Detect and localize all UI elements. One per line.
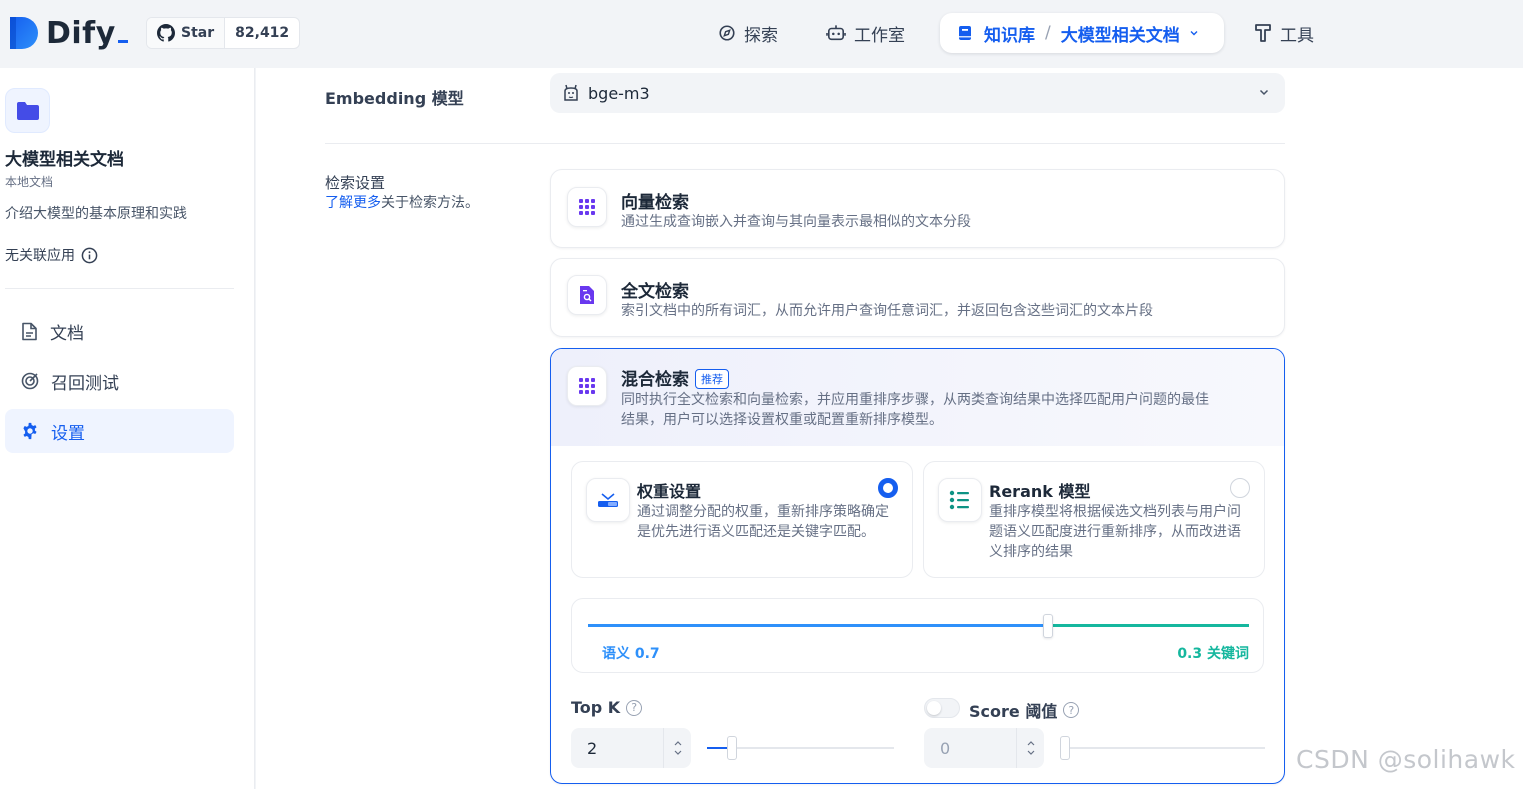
sidebar-item-settings[interactable]: 设置: [5, 409, 234, 453]
app-name: Dify: [46, 16, 128, 51]
weight-settings-desc: 通过调整分配的权重，重新排序策略确定是优先进行语义匹配还是关键字匹配。: [637, 504, 889, 540]
nav-tools[interactable]: 工具: [1254, 13, 1314, 53]
dify-logo[interactable]: Dify: [8, 15, 128, 51]
hybrid-search-title: 混合检索 推荐: [621, 365, 729, 390]
hybrid-search-desc: 同时执行全文检索和向量检索，并应用重排序步骤，从两类查询结果中选择匹配用户问题的…: [621, 392, 1209, 428]
score-threshold-slider[interactable]: [1060, 736, 1265, 760]
compass-icon: [719, 25, 735, 41]
chevron-down-icon[interactable]: [1188, 27, 1200, 39]
dify-logo-icon: [8, 15, 40, 51]
sidebar-divider: [5, 288, 234, 289]
vector-search-desc: 通过生成查询嵌入并查询与其向量表示最相似的文本分段: [621, 214, 971, 230]
dataset-type: 本地文档: [5, 175, 54, 189]
top-header: Dify Star 82,412 探索 工作室 知识库 / 大模型相关文档 工具: [0, 0, 1523, 68]
embedding-model-value: bge-m3: [588, 83, 650, 103]
retrieval-help: 了解更多关于检索方法。: [325, 195, 479, 211]
hammer-icon: [1255, 24, 1271, 42]
semantic-weight-label: 语义 0.7: [602, 646, 660, 662]
score-threshold-label: Score 阈值 ?: [969, 698, 1080, 722]
github-icon: [157, 24, 175, 42]
retrieval-settings-label: 检索设置: [325, 174, 386, 192]
hybrid-grid-icon: [567, 366, 607, 406]
top-k-slider[interactable]: [707, 736, 894, 760]
current-dataset-selector[interactable]: 大模型相关文档: [1061, 21, 1180, 46]
keyword-weight-track[interactable]: [1050, 624, 1249, 627]
top-k-slider-thumb[interactable]: [727, 736, 737, 760]
learn-more-link[interactable]: 了解更多: [325, 195, 381, 211]
help-icon[interactable]: ?: [1063, 702, 1080, 718]
sidebar-item-retrieval-test[interactable]: 召回测试: [5, 359, 234, 403]
weight-slider-thumb[interactable]: [1043, 614, 1053, 638]
file-search-icon: [567, 275, 607, 315]
score-threshold-stepper[interactable]: [1016, 728, 1044, 768]
document-icon: [22, 322, 37, 340]
chevron-down-icon[interactable]: [673, 750, 683, 756]
book-icon: [959, 26, 971, 40]
score-threshold-slider-thumb[interactable]: [1060, 736, 1070, 760]
chevron-up-icon[interactable]: [1026, 740, 1036, 746]
robot-icon: [826, 25, 846, 41]
balance-icon: [586, 478, 630, 522]
embedding-model-select[interactable]: bge-m3: [550, 73, 1285, 113]
score-threshold-toggle[interactable]: [924, 698, 960, 718]
weight-settings-title: 权重设置: [637, 482, 702, 501]
fulltext-search-card[interactable]: 全文检索 索引文档中的所有词汇，从而允许用户查询任意词汇，并返回包含这些词汇的文…: [550, 258, 1285, 337]
nav-knowledge-label[interactable]: 知识库: [984, 21, 1035, 46]
recommended-badge: 推荐: [695, 369, 729, 389]
rerank-model-desc: 重排序模型将根据候选文档列表与用户问题语义匹配度进行重新排序，从而改进语义排序的…: [989, 504, 1241, 560]
nav-explore[interactable]: 探索: [718, 13, 778, 53]
gear-icon: [23, 422, 37, 440]
github-star-button[interactable]: Star: [147, 18, 226, 48]
dataset-description: 介绍大模型的基本原理和实践: [5, 206, 187, 222]
linked-apps: 无关联应用: [5, 245, 98, 265]
chevron-up-icon[interactable]: [673, 740, 683, 746]
top-k-label: Top K ?: [571, 698, 643, 717]
semantic-weight-track[interactable]: [588, 624, 1050, 627]
top-k-stepper[interactable]: [663, 728, 691, 768]
github-star-count: 82,412: [235, 25, 290, 41]
info-icon[interactable]: [81, 247, 98, 264]
nav-knowledge[interactable]: 知识库 / 大模型相关文档: [940, 13, 1224, 53]
sidebar-item-documents[interactable]: 文档: [5, 309, 234, 353]
weight-settings-option[interactable]: 权重设置 通过调整分配的权重，重新排序策略确定是优先进行语义匹配还是关键字匹配。: [571, 461, 913, 578]
weight-slider-box: 语义 0.7 0.3 关键词: [571, 598, 1264, 673]
chevron-down-icon: [1259, 89, 1269, 96]
dataset-title: 大模型相关文档: [5, 150, 124, 170]
help-icon[interactable]: ?: [626, 699, 643, 716]
rerank-model-option[interactable]: Rerank 模型 重排序模型将根据候选文档列表与用户问题语义匹配度进行重新排序…: [923, 461, 1265, 578]
nav-studio[interactable]: 工作室: [826, 13, 905, 53]
top-k-input[interactable]: 2: [571, 728, 691, 768]
dataset-folder-icon: [5, 88, 50, 133]
rerank-icon: [938, 478, 982, 522]
rerank-model-radio[interactable]: [1230, 478, 1250, 498]
llama-icon: [564, 84, 578, 101]
vector-grid-icon: [567, 187, 607, 227]
keyword-weight-label: 0.3 关键词: [1177, 646, 1249, 662]
chevron-down-icon[interactable]: [1026, 750, 1036, 756]
weight-settings-radio[interactable]: [878, 478, 898, 498]
sidebar: 大模型相关文档 本地文档 介绍大模型的基本原理和实践 无关联应用 文档 召回测试…: [0, 68, 255, 789]
rerank-model-title: Rerank 模型: [989, 482, 1091, 501]
fulltext-search-title: 全文检索: [621, 282, 689, 302]
embedding-model-label: Embedding 模型: [325, 89, 464, 108]
fulltext-search-desc: 索引文档中的所有词汇，从而允许用户查询任意词汇，并返回包含这些词汇的文本片段: [621, 303, 1153, 319]
github-star-widget[interactable]: Star 82,412: [146, 17, 301, 49]
target-icon: [21, 372, 39, 390]
score-threshold-input[interactable]: 0: [924, 728, 1044, 768]
section-divider: [325, 143, 1285, 144]
vector-search-card[interactable]: 向量检索 通过生成查询嵌入并查询与其向量表示最相似的文本分段: [550, 169, 1285, 248]
settings-panel: Embedding 模型 bge-m3 检索设置 了解更多关于检索方法。 向量检…: [256, 68, 1523, 789]
watermark: CSDN @solihawk: [1296, 745, 1516, 774]
hybrid-search-card[interactable]: 混合检索 推荐 同时执行全文检索和向量检索，并应用重排序步骤，从两类查询结果中选择…: [550, 348, 1285, 784]
vector-search-title: 向量检索: [621, 193, 689, 213]
